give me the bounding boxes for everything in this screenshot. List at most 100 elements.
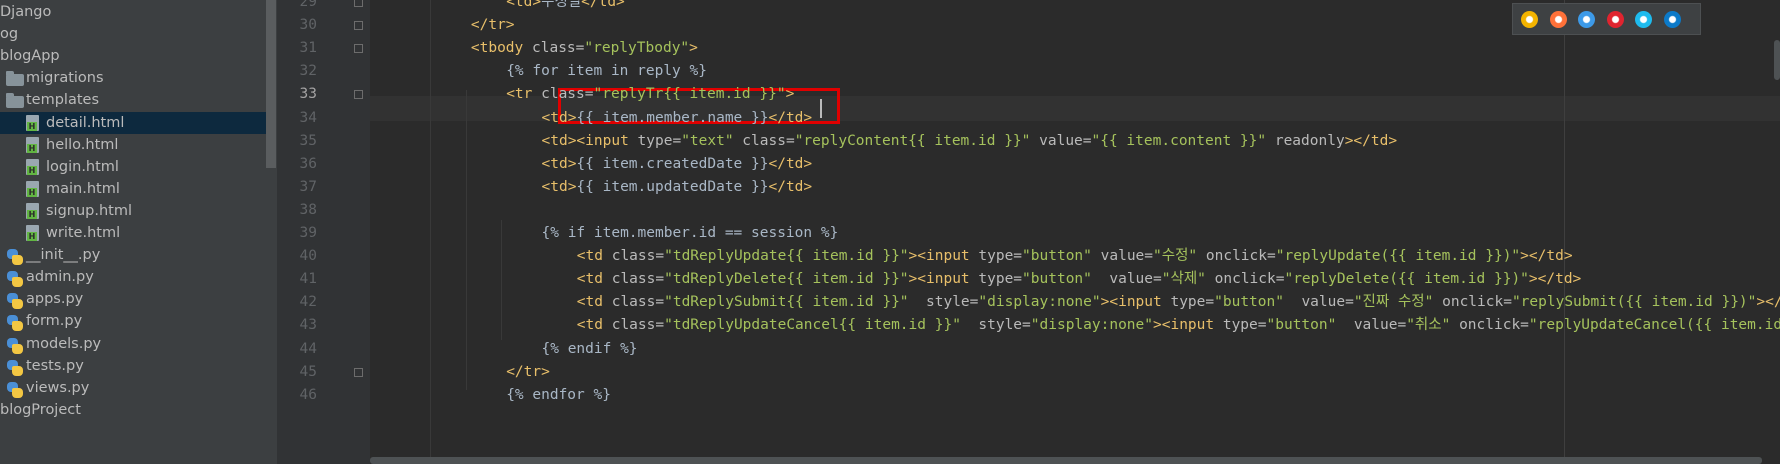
- horizontal-scrollbar[interactable]: [370, 457, 1780, 464]
- internet-explorer-icon[interactable]: [1635, 11, 1652, 28]
- code-token: class=: [611, 317, 665, 334]
- tree-item[interactable]: migrations: [0, 67, 266, 89]
- code-token: {% for item in reply %}: [506, 63, 707, 80]
- code-token: type=: [978, 248, 1023, 265]
- safari-icon[interactable]: [1578, 11, 1595, 28]
- code-token: <td>: [541, 109, 577, 126]
- fold-marker-icon[interactable]: [354, 21, 363, 31]
- code-line: <td class="tdReplyUpdateCancel{{ item.id…: [577, 314, 1780, 337]
- code-token: onclick=: [1442, 294, 1512, 311]
- tree-item[interactable]: views.py: [0, 377, 266, 399]
- tree-item[interactable]: Hmain.html: [0, 178, 266, 200]
- code-token: </td>: [768, 109, 813, 126]
- code-token: {{ item.createdDate }}: [576, 155, 769, 172]
- code-token: </tr>: [470, 17, 515, 34]
- code-line: <tbody class="replyTbody">: [471, 37, 698, 60]
- code-token: "삭제": [1161, 271, 1215, 288]
- code-token: <td: [576, 317, 612, 334]
- code-token: "tdReplyUpdate{{ item.id }}": [664, 248, 909, 265]
- code-token: "button": [1266, 317, 1354, 334]
- open-in-browser-popup: [1512, 3, 1701, 35]
- html-file-icon: H: [26, 180, 39, 197]
- firefox-icon[interactable]: [1549, 11, 1567, 28]
- code-editor[interactable]: <td>수정일</td> </tr> <tbody class="replyTbod…: [370, 0, 1780, 464]
- opera-icon[interactable]: [1606, 11, 1624, 28]
- line-number: 45: [299, 363, 317, 380]
- vertical-scrollbar-thumb[interactable]: [1774, 40, 1780, 80]
- python-file-icon: [6, 270, 23, 288]
- code-token: "button": [1022, 271, 1110, 288]
- tree-item[interactable]: Hwrite.html: [0, 222, 266, 244]
- tree-item[interactable]: blogProject: [0, 399, 266, 421]
- tree-item[interactable]: Hdetail.html: [0, 111, 266, 134]
- html-file-icon: H: [26, 225, 39, 241]
- html-file-icon: H: [26, 114, 39, 131]
- fold-marker-icon[interactable]: [354, 0, 363, 7]
- indent-guide: [501, 220, 502, 340]
- code-token: "replyUpdateCancel({{ item.id }})": [1528, 317, 1780, 334]
- code-token: "display:none": [1030, 317, 1153, 334]
- tree-item[interactable]: admin.py: [0, 266, 266, 288]
- tree-item[interactable]: apps.py: [0, 288, 266, 310]
- tree-item-label: apps.py: [26, 291, 84, 308]
- code-token: 수정일: [541, 0, 582, 10]
- code-token: "button": [1022, 248, 1101, 265]
- code-line: <td class="tdReplyDelete{{ item.id }}"><…: [577, 268, 1582, 291]
- code-line: </tr>: [471, 14, 515, 37]
- code-token: ><input: [908, 271, 979, 288]
- tree-item-label: tests.py: [26, 357, 84, 374]
- code-token: onclick=: [1205, 248, 1276, 265]
- tree-item[interactable]: form.py: [0, 310, 266, 332]
- code-token: {% if item.member.id == session %}: [541, 225, 839, 241]
- code-line: <tr class="replyTr{{ item.id }}">: [506, 83, 794, 106]
- code-token: </td>: [768, 155, 813, 172]
- code-token: "replyContent{{ item.id }}": [794, 132, 1040, 149]
- tree-item[interactable]: Django: [0, 1, 266, 23]
- tree-item[interactable]: Hhello.html: [0, 134, 266, 156]
- code-token: <tr: [506, 86, 542, 103]
- tree-item-label: signup.html: [46, 202, 133, 219]
- tree-item-label: Django: [0, 4, 52, 20]
- tree-item-label: blogApp: [0, 48, 60, 65]
- code-line: {% if item.member.id == session %}: [542, 222, 839, 245]
- line-number: 32: [299, 63, 317, 80]
- tree-item-label: main.html: [46, 180, 120, 197]
- code-token: onclick=: [1214, 271, 1285, 288]
- tree-item-label: blogProject: [0, 401, 81, 418]
- tree-item[interactable]: __init__.py: [0, 244, 266, 266]
- line-number: 29: [299, 0, 317, 10]
- horizontal-scrollbar-thumb[interactable]: [370, 457, 1762, 464]
- code-token: type=: [1222, 317, 1267, 334]
- tree-item[interactable]: Hsignup.html: [0, 200, 266, 222]
- code-line: <td>{{ item.createdDate }}</td>: [542, 153, 813, 176]
- code-line: </tr>: [506, 361, 550, 384]
- code-line: <td>수정일</td>: [506, 0, 625, 14]
- tree-item[interactable]: tests.py: [0, 355, 266, 377]
- tree-item[interactable]: templates: [0, 89, 266, 111]
- code-line: <td>{{ item.updatedDate }}</td>: [542, 176, 813, 199]
- code-line: {% endif %}: [542, 338, 638, 361]
- code-token: "button": [1214, 294, 1302, 311]
- edge-icon[interactable]: [1663, 11, 1681, 28]
- tree-item-label: templates: [26, 92, 100, 109]
- code-line: {% endfor %}: [506, 384, 611, 407]
- fold-marker-icon[interactable]: [354, 44, 363, 54]
- chrome-icon[interactable]: [1521, 11, 1538, 28]
- fold-marker-icon[interactable]: [354, 90, 363, 100]
- code-token: </tr>: [506, 363, 550, 380]
- code-token: ></td>: [1528, 271, 1582, 288]
- tree-item[interactable]: models.py: [0, 333, 266, 355]
- code-token: "수정": [1153, 248, 1206, 265]
- project-tree-scrollbar[interactable]: [266, 0, 276, 168]
- tree-item[interactable]: blogApp: [0, 45, 266, 67]
- line-number: 39: [299, 225, 317, 241]
- code-token: "tdReplyDelete{{ item.id }}": [664, 271, 909, 288]
- tree-item-label: views.py: [26, 379, 90, 396]
- tree-item-label: migrations: [26, 70, 104, 87]
- tree-item-label: models.py: [26, 335, 102, 352]
- tree-item[interactable]: og: [0, 23, 266, 45]
- code-token: "진짜 수정": [1353, 294, 1443, 311]
- fold-marker-icon[interactable]: [354, 367, 363, 377]
- tree-item[interactable]: Hlogin.html: [0, 156, 266, 178]
- code-token: <td>: [541, 178, 577, 195]
